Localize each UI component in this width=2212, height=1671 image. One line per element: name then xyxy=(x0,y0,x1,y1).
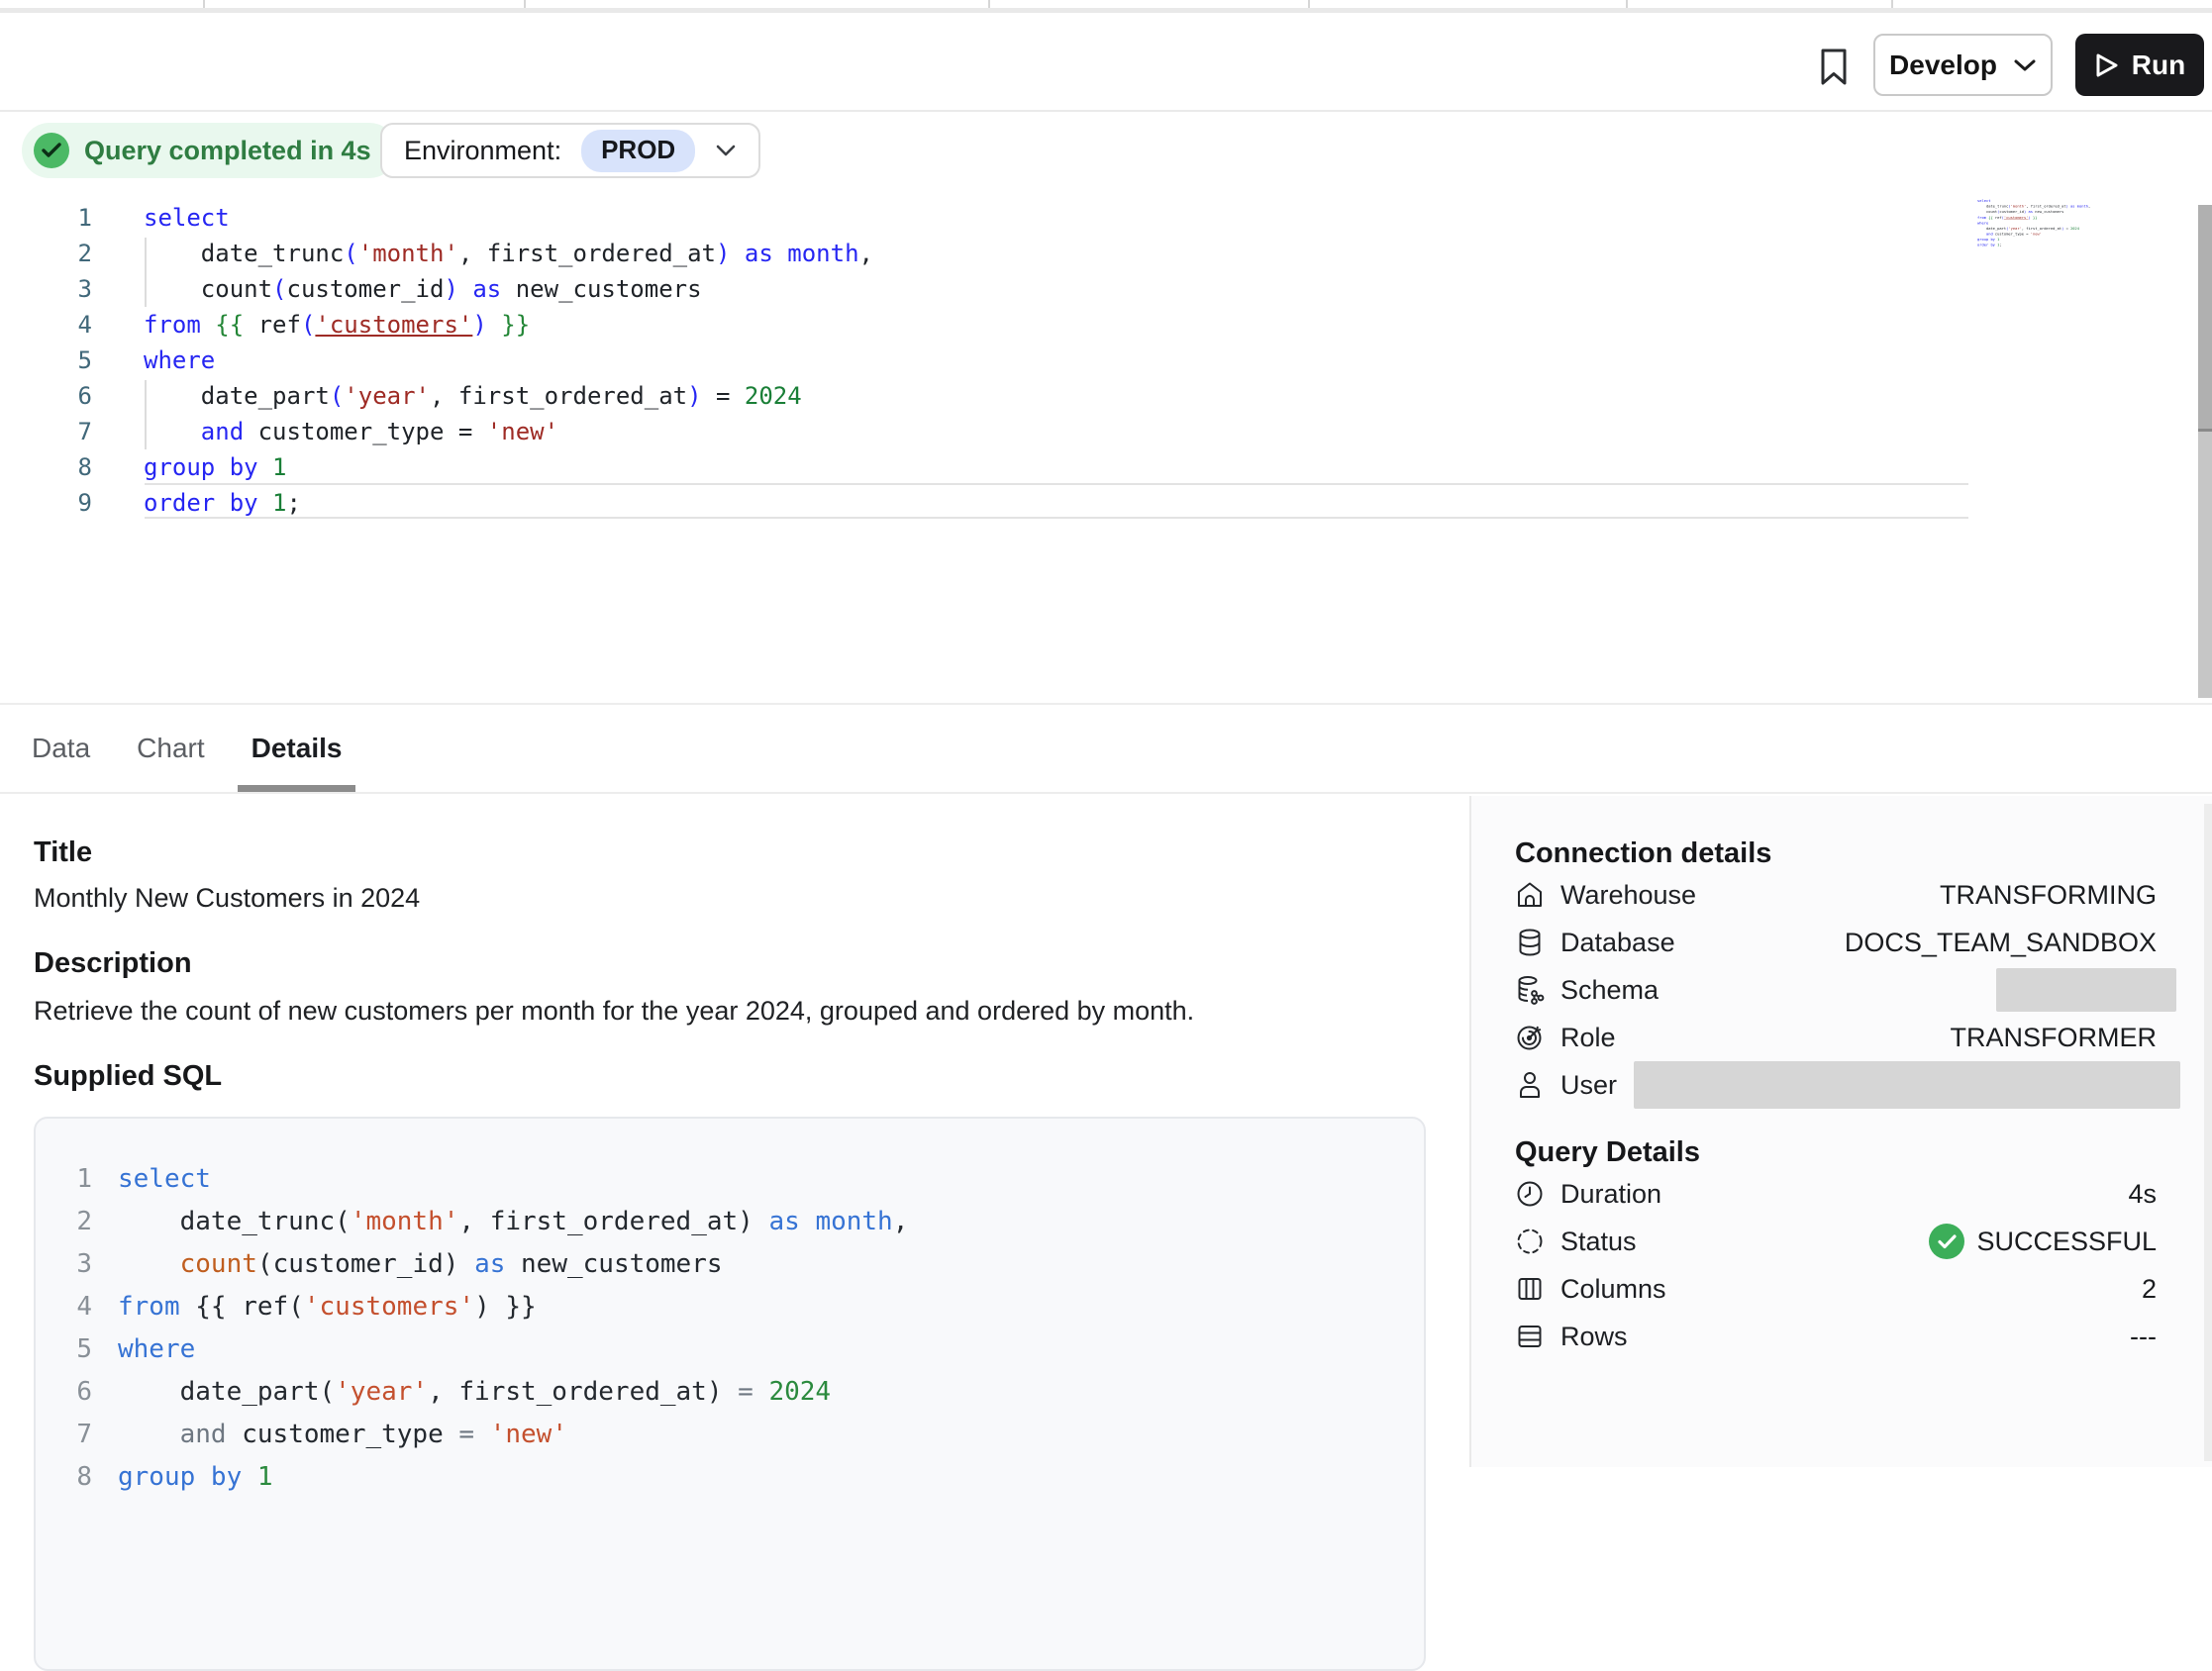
detail-row-status: StatusSUCCESSFUL xyxy=(1515,1218,2157,1265)
redacted-value xyxy=(1634,1061,2180,1109)
tab-details[interactable]: Details xyxy=(251,705,343,792)
warehouse-icon xyxy=(1515,879,1547,911)
play-icon xyxy=(2094,51,2120,79)
columns-icon xyxy=(1515,1273,1547,1305)
detail-value: DOCS_TEAM_SANDBOX xyxy=(1675,928,2157,958)
detail-row-rows: Rows--- xyxy=(1515,1313,2157,1360)
user-icon xyxy=(1515,1069,1547,1101)
supplied-sql-heading: Supplied SQL xyxy=(34,1060,1426,1093)
bookmark-icon[interactable] xyxy=(1815,48,1853,87)
detail-value xyxy=(1659,968,2157,1012)
detail-row-role: RoleTRANSFORMER xyxy=(1515,1014,2157,1061)
detail-label: Warehouse xyxy=(1560,880,1696,911)
detail-row-user: User xyxy=(1515,1061,2157,1109)
environment-value-badge: PROD xyxy=(581,130,695,172)
code-line: order by 1; xyxy=(144,485,873,521)
status-icon xyxy=(1515,1226,1547,1257)
code-line: and customer_type = 'new' xyxy=(144,414,873,449)
environment-label: Environment: xyxy=(404,136,561,166)
supplied-sql-box: 12345678 select date_trunc('month', firs… xyxy=(34,1117,1426,1671)
detail-label: Role xyxy=(1560,1023,1616,1053)
description-heading: Description xyxy=(34,947,1426,980)
check-circle-icon xyxy=(34,133,69,168)
connection-details-heading: Connection details xyxy=(1515,836,2157,871)
run-button[interactable]: Run xyxy=(2075,34,2204,96)
detail-label: Status xyxy=(1560,1227,1637,1257)
query-details-heading: Query Details xyxy=(1515,1134,2157,1170)
detail-label: Duration xyxy=(1560,1179,1661,1210)
results-tabs: Data Chart Details xyxy=(0,703,2212,794)
detail-value: TRANSFORMING xyxy=(1696,880,2157,911)
run-button-label: Run xyxy=(2132,49,2185,81)
develop-button[interactable]: Develop xyxy=(1873,34,2053,96)
detail-row-duration: Duration4s xyxy=(1515,1170,2157,1218)
code-line: where xyxy=(118,1328,908,1371)
detail-label: Schema xyxy=(1560,975,1659,1006)
detail-value: --- xyxy=(1628,1322,2157,1352)
redacted-value xyxy=(1996,968,2176,1012)
detail-row-warehouse: WarehouseTRANSFORMING xyxy=(1515,871,2157,919)
topbar: Develop Run xyxy=(0,13,2212,112)
title-heading: Title xyxy=(34,836,1426,869)
code-line: date_trunc('month', first_ordered_at) as… xyxy=(144,236,873,271)
success-check-icon xyxy=(1929,1224,1964,1259)
code-line: where xyxy=(144,343,873,378)
code-line: select xyxy=(118,1158,908,1201)
tab-chart[interactable]: Chart xyxy=(137,705,204,792)
editor-scrollbar[interactable] xyxy=(2198,205,2212,698)
detail-value: 4s xyxy=(1661,1179,2157,1210)
minimap-code: select date_trunc('month', first_ordered… xyxy=(1977,198,2162,247)
details-panel: Title Monthly New Customers in 2024 Desc… xyxy=(34,794,1426,1671)
develop-button-label: Develop xyxy=(1889,49,1997,81)
database-icon xyxy=(1515,927,1547,958)
tab-data[interactable]: Data xyxy=(32,705,90,792)
detail-label: Rows xyxy=(1560,1322,1628,1352)
code-line: group by 1 xyxy=(118,1456,908,1499)
editor-minimap[interactable]: select date_trunc('month', first_ordered… xyxy=(1977,198,2086,253)
description-value: Retrieve the count of new customers per … xyxy=(34,996,1426,1027)
chevron-down-icon xyxy=(715,144,737,157)
code-line: from {{ ref('customers') }} xyxy=(144,307,873,343)
detail-label: User xyxy=(1560,1070,1617,1101)
detail-value: SUCCESSFUL xyxy=(1637,1224,2157,1259)
code-line: count(customer_id) as new_customers xyxy=(144,271,873,307)
code-line: count(customer_id) as new_customers xyxy=(118,1243,908,1286)
detail-row-columns: Columns2 xyxy=(1515,1265,2157,1313)
panel-scrollbar[interactable] xyxy=(2204,804,2212,1461)
duration-icon xyxy=(1515,1178,1547,1210)
title-value: Monthly New Customers in 2024 xyxy=(34,883,1426,914)
supplied-sql-line-numbers: 12345678 xyxy=(36,1158,92,1499)
code-line: date_part('year', first_ordered_at) = 20… xyxy=(144,378,873,414)
rows-icon xyxy=(1515,1321,1547,1352)
code-line: date_part('year', first_ordered_at) = 20… xyxy=(118,1371,908,1414)
browser-tab-strip xyxy=(0,0,2212,8)
code-line: select xyxy=(144,200,873,236)
sql-editor[interactable]: 123456789 select date_trunc('month', fir… xyxy=(0,188,2212,703)
detail-value xyxy=(1617,1061,2157,1109)
code-line: group by 1 xyxy=(144,449,873,485)
detail-row-database: DatabaseDOCS_TEAM_SANDBOX xyxy=(1515,919,2157,966)
detail-label: Columns xyxy=(1560,1274,1666,1305)
editor-code[interactable]: select date_trunc('month', first_ordered… xyxy=(144,200,873,521)
role-icon xyxy=(1515,1022,1547,1053)
code-line: date_trunc('month', first_ordered_at) as… xyxy=(118,1201,908,1243)
supplied-sql-code: select date_trunc('month', first_ordered… xyxy=(118,1158,908,1499)
detail-value: TRANSFORMER xyxy=(1616,1023,2157,1053)
chevron-down-icon xyxy=(2013,57,2037,73)
detail-label: Database xyxy=(1560,928,1675,958)
code-line: from {{ ref('customers') }} xyxy=(118,1286,908,1328)
detail-value: 2 xyxy=(1666,1274,2157,1305)
environment-selector[interactable]: Environment: PROD xyxy=(380,123,760,178)
editor-line-numbers: 123456789 xyxy=(0,200,92,521)
code-line: order by 1; xyxy=(1977,243,2162,248)
schema-icon xyxy=(1515,974,1547,1006)
connection-details-panel: Connection details WarehouseTRANSFORMING… xyxy=(1469,796,2212,1467)
query-status-text: Query completed in 4s xyxy=(84,136,371,166)
query-status-pill: Query completed in 4s xyxy=(22,123,397,178)
code-line: and customer_type = 'new' xyxy=(118,1414,908,1456)
detail-row-schema: Schema xyxy=(1515,966,2157,1014)
